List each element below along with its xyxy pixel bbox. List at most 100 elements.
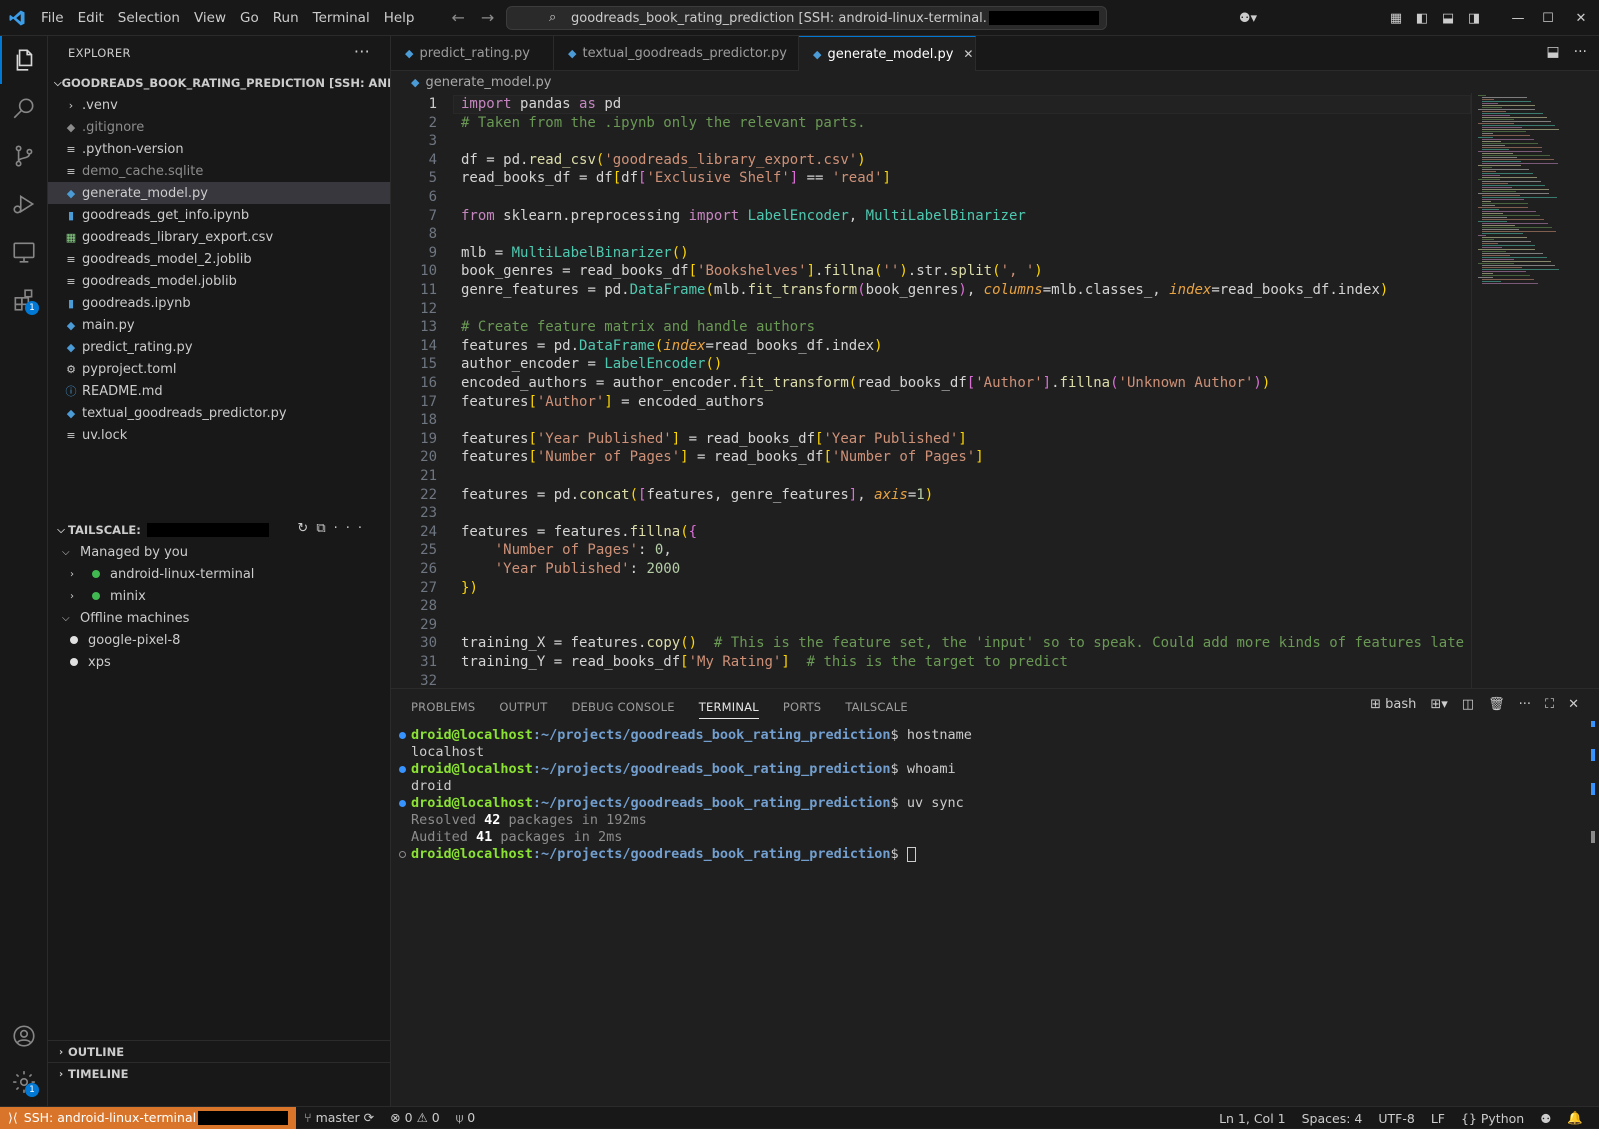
code-line[interactable]: 5 read_books_df = df[df['Exclusive Shelf'… xyxy=(391,169,1471,188)
command-center[interactable]: ⌕ goodreads_book_rating_prediction [SSH:… xyxy=(506,6,1107,30)
tailscale-actions[interactable]: ↻⧉··· xyxy=(297,521,370,536)
ports-indicator[interactable]: ⍦ 0 xyxy=(448,1110,483,1126)
tab-debug-console[interactable]: DEBUG CONSOLE xyxy=(571,700,674,714)
code-line[interactable]: 23 xyxy=(391,504,1471,523)
indentation[interactable]: Spaces: 4 xyxy=(1294,1111,1371,1126)
machine-minix[interactable]: › minix xyxy=(48,585,390,607)
code-line[interactable]: 25 'Number of Pages': 0, xyxy=(391,541,1471,560)
menu-file[interactable]: File xyxy=(34,0,71,36)
code-line[interactable]: 31 training_Y = read_books_df['My Rating'… xyxy=(391,653,1471,672)
more-actions-icon[interactable]: ··· xyxy=(1519,697,1531,712)
forward-arrow-icon[interactable]: → xyxy=(481,8,494,27)
terminal-output[interactable]: droid@localhost:~/projects/goodreads_boo… xyxy=(391,727,1591,863)
new-terminal-dropdown-icon[interactable]: ⊞▾ xyxy=(1430,697,1447,712)
code-line[interactable]: 22 features = pd.concat([features, genre_… xyxy=(391,486,1471,505)
code-line[interactable]: 8 xyxy=(391,225,1471,244)
code-line[interactable]: 26 'Year Published': 2000 xyxy=(391,560,1471,579)
file-item[interactable]: ≡ .python-version xyxy=(48,138,390,160)
code-line[interactable]: 4 df = pd.read_csv('goodreads_library_exp… xyxy=(391,151,1471,170)
notifications-bell-icon[interactable]: 🔔 xyxy=(1559,1110,1591,1126)
file-item[interactable]: › .venv xyxy=(48,94,390,116)
accounts-icon[interactable] xyxy=(0,1012,48,1060)
file-item[interactable]: ≡ goodreads_model_2.joblib xyxy=(48,248,390,270)
toggle-secondary-sidebar-icon[interactable]: ◨ xyxy=(1461,11,1487,26)
remote-indicator[interactable]: ⟩⟨ SSH: android-linux-terminal xyxy=(0,1106,297,1129)
code-line[interactable]: 1 import pandas as pd xyxy=(391,95,1471,114)
machine-google-pixel-8[interactable]: google-pixel-8 xyxy=(48,629,390,651)
file-item[interactable]: ◆ main.py xyxy=(48,314,390,336)
copilot-icon[interactable]: ⚉▾ xyxy=(1233,11,1263,26)
code-line[interactable]: 18 xyxy=(391,411,1471,430)
file-item[interactable]: ◆ predict_rating.py xyxy=(48,336,390,358)
code-editor[interactable]: 1 import pandas as pd 2 # Taken from the .i… xyxy=(391,93,1471,688)
code-line[interactable]: 14 features = pd.DataFrame(index=read_boo… xyxy=(391,337,1471,356)
timeline-section[interactable]: › TIMELINE xyxy=(48,1062,390,1085)
terminal-shell-selector[interactable]: ⊞ bash xyxy=(1370,697,1416,712)
outline-section[interactable]: › OUTLINE xyxy=(48,1040,390,1063)
code-line[interactable]: 29 xyxy=(391,616,1471,635)
machine-xps[interactable]: xps xyxy=(48,651,390,673)
encoding[interactable]: UTF-8 xyxy=(1370,1111,1422,1126)
file-item[interactable]: ≡ goodreads_model.joblib xyxy=(48,270,390,292)
split-editor-icon[interactable]: ⬓ xyxy=(1546,44,1559,60)
breadcrumb[interactable]: ◆ generate_model.py xyxy=(391,71,1599,93)
language-mode[interactable]: {} Python xyxy=(1453,1111,1532,1126)
close-icon[interactable]: ✕ xyxy=(963,47,973,61)
tab-tailscale[interactable]: TAILSCALE xyxy=(845,700,907,714)
file-item[interactable]: ▮ goodreads_get_info.ipynb xyxy=(48,204,390,226)
tab-generate-model[interactable]: ◆ generate_model.py ✕ xyxy=(799,36,976,71)
explorer-root-folder[interactable]: ⌵ GOODREADS_BOOK_RATING_PREDICTION [SSH:… xyxy=(48,72,390,94)
code-line[interactable]: 16 encoded_authors = author_encoder.fit_t… xyxy=(391,374,1471,393)
more-actions-icon[interactable]: ··· xyxy=(1574,44,1587,60)
file-item[interactable]: ≡ uv.lock xyxy=(48,424,390,446)
code-line[interactable]: 19 features['Year Published'] = read_book… xyxy=(391,430,1471,449)
code-line[interactable]: 12 xyxy=(391,300,1471,319)
menu-selection[interactable]: Selection xyxy=(111,0,187,36)
code-line[interactable]: 15 author_encoder = LabelEncoder() xyxy=(391,355,1471,374)
toggle-primary-sidebar-icon[interactable]: ◧ xyxy=(1409,11,1435,26)
tailscale-header[interactable]: ⌵ TAILSCALE: ↻⧉··· xyxy=(48,519,390,541)
code-line[interactable]: 13 # Create feature matrix and handle aut… xyxy=(391,318,1471,337)
tab-terminal[interactable]: TERMINAL xyxy=(698,700,759,719)
tab-problems[interactable]: PROBLEMS xyxy=(411,700,475,714)
file-item[interactable]: ⓘ README.md xyxy=(48,380,390,402)
minimize-icon[interactable]: — xyxy=(1503,11,1533,26)
toggle-panel-icon[interactable]: ⬓ xyxy=(1435,11,1461,26)
minimap[interactable] xyxy=(1471,93,1599,688)
tab-output[interactable]: OUTPUT xyxy=(499,700,547,714)
close-panel-icon[interactable]: ✕ xyxy=(1568,697,1579,712)
code-line[interactable]: 3 xyxy=(391,132,1471,151)
more-actions-icon[interactable]: ··· xyxy=(354,42,370,61)
timeline-header[interactable]: › TIMELINE xyxy=(48,1063,390,1085)
machine-android-linux-terminal[interactable]: › android-linux-terminal xyxy=(48,563,390,585)
offline-group[interactable]: ⌵ Offline machines xyxy=(48,607,390,629)
back-arrow-icon[interactable]: ← xyxy=(451,8,464,27)
menu-terminal[interactable]: Terminal xyxy=(306,0,377,36)
customize-layout-icon[interactable]: ▦ xyxy=(1383,11,1409,26)
split-terminal-icon[interactable]: ◫ xyxy=(1462,697,1474,712)
terminal-scrollbar[interactable] xyxy=(1591,721,1595,843)
code-line[interactable]: 17 features['Author'] = encoded_authors xyxy=(391,393,1471,412)
file-item[interactable]: ◆ .gitignore xyxy=(48,116,390,138)
file-item[interactable]: ⚙ pyproject.toml xyxy=(48,358,390,380)
code-line[interactable]: 11 genre_features = pd.DataFrame(mlb.fit_… xyxy=(391,281,1471,300)
file-item[interactable]: ▦ goodreads_library_export.csv xyxy=(48,226,390,248)
menu-go[interactable]: Go xyxy=(233,0,266,36)
explorer-icon[interactable] xyxy=(0,36,48,84)
end-of-line[interactable]: LF xyxy=(1423,1111,1453,1126)
run-debug-icon[interactable] xyxy=(0,180,48,228)
menu-view[interactable]: View xyxy=(187,0,233,36)
search-activity-icon[interactable] xyxy=(0,84,48,132)
code-line[interactable]: 28 xyxy=(391,597,1471,616)
extensions-icon[interactable]: 1 xyxy=(0,276,48,324)
problems-indicator[interactable]: ⊗ 0 ⚠ 0 xyxy=(382,1110,448,1125)
file-item[interactable]: ◆ generate_model.py xyxy=(48,182,390,204)
remote-explorer-icon[interactable] xyxy=(0,228,48,276)
code-line[interactable]: 7 from sklearn.preprocessing import Label… xyxy=(391,207,1471,226)
code-line[interactable]: 27}) xyxy=(391,579,1471,598)
code-line[interactable]: 21 xyxy=(391,467,1471,486)
code-line[interactable]: 2 # Taken from the .ipynb only the releva… xyxy=(391,114,1471,133)
maximize-icon[interactable]: ☐ xyxy=(1533,11,1563,26)
code-line[interactable]: 6 xyxy=(391,188,1471,207)
cursor-position[interactable]: Ln 1, Col 1 xyxy=(1211,1111,1294,1126)
